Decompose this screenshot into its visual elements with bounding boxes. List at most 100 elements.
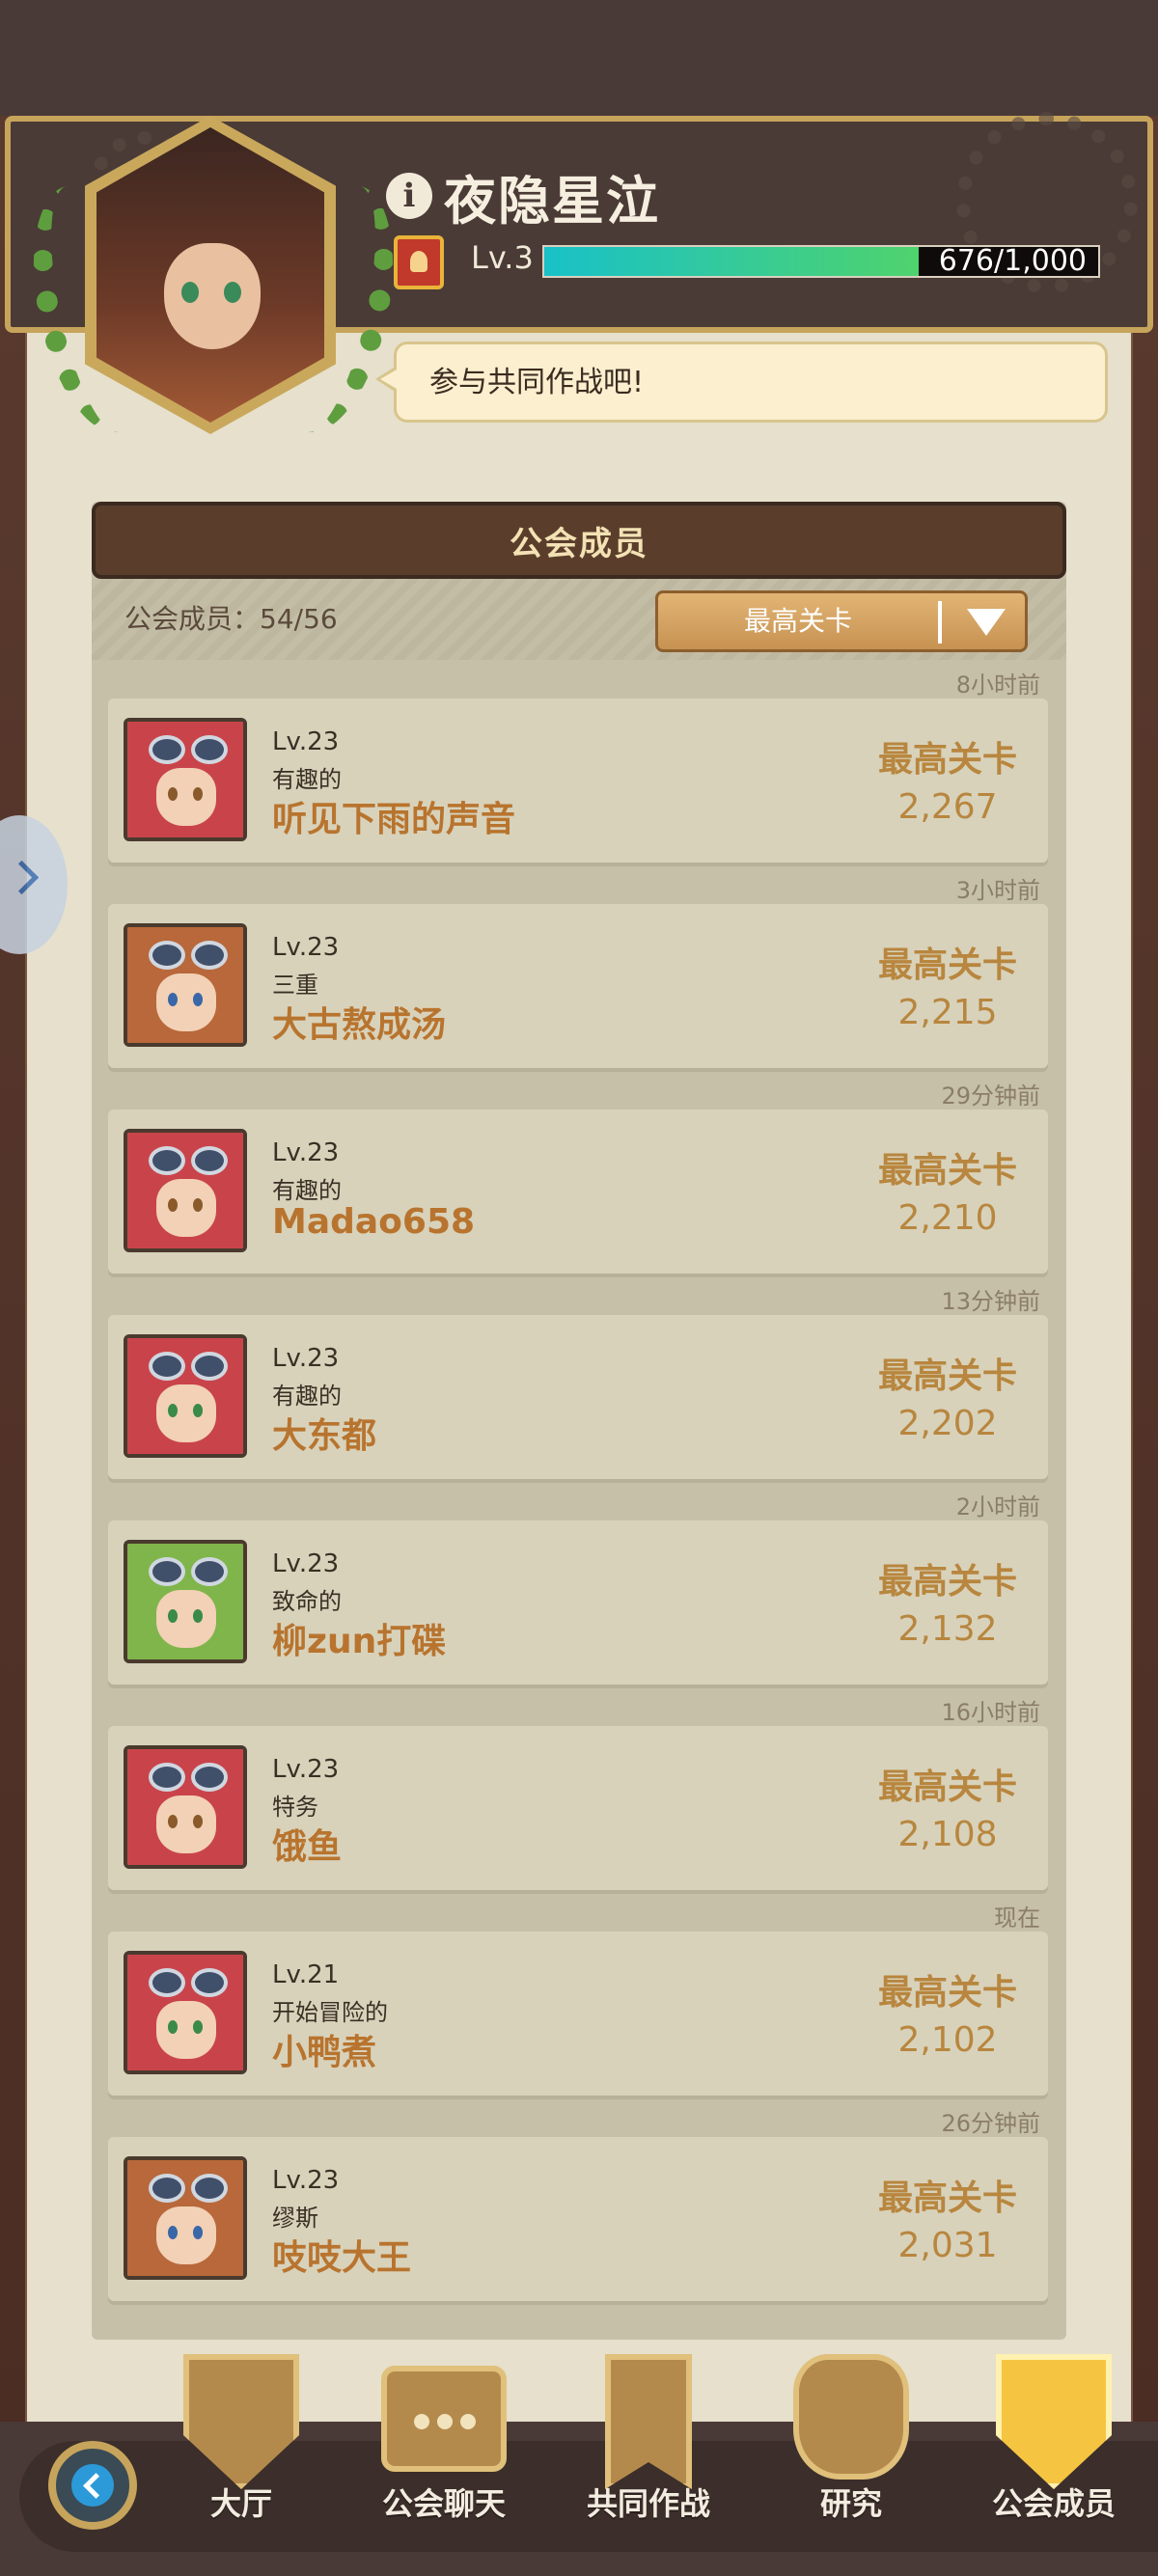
member-avatar-eye — [168, 1609, 178, 1623]
nav-guild-chat[interactable]: 公会聊天 — [347, 2354, 540, 2528]
member-avatar-eye — [168, 993, 178, 1006]
member-avatar-eye — [193, 993, 203, 1006]
members-panel-title: 公会成员 — [510, 524, 648, 563]
member-level: Lv.23 — [272, 933, 340, 962]
member-avatar[interactable] — [124, 1129, 247, 1252]
member-stage-label: 最高关卡 — [877, 1151, 1017, 1191]
member-row[interactable]: 8小时前 Lv.23 有趣的 听见下雨的声音 最高关卡 2,267 — [106, 666, 1052, 871]
member-last-active: 16小时前 — [941, 1699, 1040, 1726]
nav-members-label: 公会成员 — [991, 2485, 1116, 2522]
xp-progress-fill — [544, 247, 920, 276]
sort-dropdown[interactable]: 最高关卡 — [655, 590, 1028, 652]
member-avatar[interactable] — [124, 1951, 247, 2074]
member-avatar-eye — [193, 1198, 203, 1212]
member-avatar[interactable] — [124, 2156, 247, 2280]
member-level: Lv.23 — [272, 727, 340, 756]
member-stage-value: 2,031 — [897, 2226, 998, 2265]
nav-chat-label: 公会聊天 — [381, 2485, 506, 2522]
member-card[interactable]: Lv.23 特务 饿鱼 最高关卡 2,108 — [108, 1726, 1048, 1890]
member-stage-value: 2,102 — [897, 2020, 998, 2060]
chat-dot — [460, 2414, 476, 2429]
member-stage-label: 最高关卡 — [877, 1973, 1017, 2013]
member-last-active: 2小时前 — [955, 1494, 1040, 1521]
goggle-icon — [149, 941, 185, 970]
goggle-icon — [191, 2174, 228, 2203]
member-title: 三重 — [272, 972, 318, 999]
back-button-inner — [71, 2464, 114, 2507]
member-avatar-eye — [193, 1404, 203, 1417]
member-card[interactable]: Lv.23 有趣的 听见下雨的声音 最高关卡 2,267 — [108, 699, 1048, 863]
member-avatar[interactable] — [124, 923, 247, 1047]
member-row[interactable]: 现在 Lv.21 开始冒险的 小鸭煮 最高关卡 2,102 — [106, 1899, 1052, 2104]
member-level: Lv.23 — [272, 2166, 340, 2195]
member-card[interactable]: Lv.23 有趣的 大东都 最高关卡 2,202 — [108, 1315, 1048, 1479]
nav-coop-label: 共同作战 — [586, 2485, 710, 2522]
member-stage-label: 最高关卡 — [877, 945, 1017, 985]
member-title: 有趣的 — [272, 1177, 342, 1204]
goggle-icon — [191, 1146, 228, 1175]
top-status-area — [0, 0, 1158, 116]
goggle-icon — [191, 1352, 228, 1381]
back-button[interactable] — [48, 2441, 137, 2530]
member-row[interactable]: 2小时前 Lv.23 致命的 柳zun打碟 最高关卡 2,132 — [106, 1488, 1052, 1693]
player-name: 夜隐星泣 — [444, 170, 660, 232]
member-last-active: 8小时前 — [955, 671, 1040, 699]
member-last-active: 26分钟前 — [941, 2110, 1040, 2137]
member-avatar[interactable] — [124, 1540, 247, 1663]
member-avatar-eye — [193, 1815, 203, 1828]
member-avatar-face — [156, 2001, 216, 2059]
nav-guild-members[interactable]: 公会成员 — [957, 2354, 1150, 2528]
nav-hall[interactable]: 大厅 — [145, 2354, 338, 2528]
member-title: 有趣的 — [272, 1383, 342, 1410]
member-stage-value: 2,267 — [897, 787, 998, 827]
member-name: 听见下雨的声音 — [272, 800, 516, 839]
member-stage-label: 最高关卡 — [877, 2179, 1017, 2218]
member-row[interactable]: 29分钟前 Lv.23 有趣的 Madao658 最高关卡 2,210 — [106, 1077, 1052, 1282]
goggle-icon — [191, 735, 228, 764]
member-avatar-eye — [193, 2020, 203, 2034]
member-row[interactable]: 13分钟前 Lv.23 有趣的 大东都 最高关卡 2,202 — [106, 1282, 1052, 1488]
chat-dot — [414, 2414, 429, 2429]
goggle-icon — [149, 1557, 185, 1586]
member-avatar-eye — [193, 2226, 203, 2239]
member-last-active: 29分钟前 — [941, 1082, 1040, 1110]
frame-left — [0, 116, 29, 2431]
member-avatar-face — [156, 768, 216, 826]
member-avatar-face — [156, 1590, 216, 1648]
member-avatar-face — [156, 2206, 216, 2264]
member-avatar-eye — [168, 1404, 178, 1417]
sort-dropdown-label: 最高关卡 — [743, 605, 852, 637]
member-stage-value: 2,108 — [897, 1815, 998, 1854]
member-avatar[interactable] — [124, 718, 247, 841]
nav-research[interactable]: 研究 — [755, 2354, 948, 2528]
nav-coop-battle[interactable]: 共同作战 — [552, 2354, 745, 2528]
member-level: Lv.23 — [272, 1549, 340, 1578]
member-row[interactable]: 3小时前 Lv.23 三重 大古熬成汤 最高关卡 2,215 — [106, 871, 1052, 1077]
member-name: 饿鱼 — [272, 1827, 343, 1867]
member-stage-label: 最高关卡 — [877, 740, 1017, 780]
dropdown-arrow-icon — [967, 609, 1006, 636]
member-avatar[interactable] — [124, 1745, 247, 1869]
goggle-icon — [191, 1763, 228, 1792]
members-panel-header: 公会成员 — [92, 502, 1066, 579]
member-name: 大东都 — [272, 1416, 377, 1456]
member-card[interactable]: Lv.21 开始冒险的 小鸭煮 最高关卡 2,102 — [108, 1932, 1048, 2096]
member-avatar[interactable] — [124, 1334, 247, 1458]
info-icon[interactable]: i — [386, 173, 432, 219]
member-avatar-eye — [168, 1815, 178, 1828]
member-card[interactable]: Lv.23 三重 大古熬成汤 最高关卡 2,215 — [108, 904, 1048, 1068]
member-card[interactable]: Lv.23 缪斯 吱吱大王 最高关卡 2,031 — [108, 2137, 1048, 2301]
goggle-icon — [149, 735, 185, 764]
chevron-right-icon — [4, 860, 40, 895]
member-last-active: 现在 — [994, 1905, 1040, 1932]
sort-divider — [938, 601, 942, 644]
member-row[interactable]: 26分钟前 Lv.23 缪斯 吱吱大王 最高关卡 2,031 — [106, 2104, 1052, 2310]
member-list[interactable]: 8小时前 Lv.23 有趣的 听见下雨的声音 最高关卡 2,267 3小时前 L… — [106, 666, 1052, 2340]
members-count-row: 公会成员：54/56 最高关卡 — [92, 579, 1066, 660]
goggle-icon — [191, 1968, 228, 1997]
member-card[interactable]: Lv.23 致命的 柳zun打碟 最高关卡 2,132 — [108, 1521, 1048, 1685]
member-last-active: 13分钟前 — [941, 1288, 1040, 1315]
member-card[interactable]: Lv.23 有趣的 Madao658 最高关卡 2,210 — [108, 1110, 1048, 1274]
member-row[interactable]: 16小时前 Lv.23 特务 饿鱼 最高关卡 2,108 — [106, 1693, 1052, 1899]
member-avatar-eye — [168, 2226, 178, 2239]
